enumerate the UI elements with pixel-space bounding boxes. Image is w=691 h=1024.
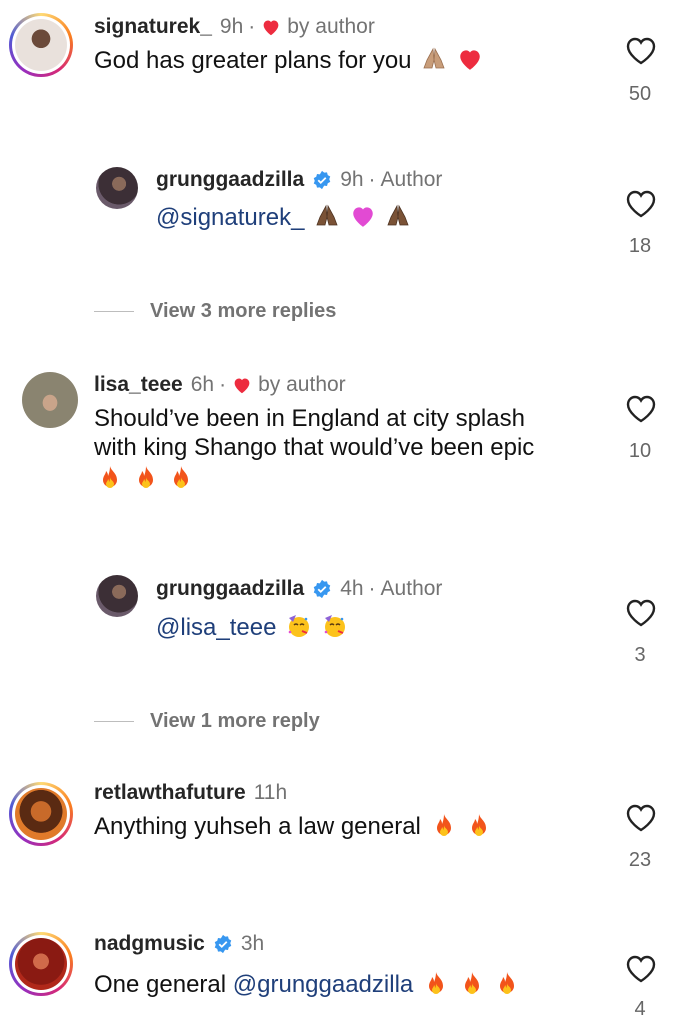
comment-meta: nadgmusic 3h (94, 932, 264, 956)
fire-icon (103, 466, 117, 488)
partying-face-icon (324, 615, 345, 637)
comment-body: God has greater plans for you (94, 47, 412, 74)
like-heart-icon[interactable] (624, 954, 658, 984)
verified-badge-icon (313, 170, 331, 190)
like-count: 3 (634, 644, 646, 666)
author-tag: Author (380, 577, 443, 600)
comment-meta: retlawthafuture 11h (94, 781, 287, 805)
timestamp: 9h (219, 15, 244, 38)
like-count: 23 (628, 849, 652, 871)
divider (94, 720, 134, 723)
username[interactable]: grunggaadzilla (156, 577, 304, 601)
fire-icon (500, 972, 515, 994)
comment-body-line: Should’ve been in England at city splash (94, 405, 525, 432)
comment-text: One general @grunggaadzilla (94, 970, 520, 999)
comment-meta: lisa_teee 6h · by author (94, 373, 346, 397)
view-more-label: View 1 more reply (150, 710, 320, 732)
liked-by-author-label: by author (258, 373, 346, 396)
like-count: 50 (628, 83, 652, 105)
reply-item: grunggaadzilla 4h · Author @lisa_teee 3 (0, 565, 691, 675)
author-tag: Author (380, 168, 443, 191)
timestamp: 4h (340, 577, 364, 600)
reply-meta: grunggaadzilla 9h · Author (156, 168, 442, 192)
verified-badge-icon (313, 579, 331, 599)
avatar[interactable] (9, 13, 73, 77)
praying-hands-icon (387, 204, 410, 226)
mention-link[interactable]: @signaturek_ (156, 204, 304, 231)
username[interactable]: grunggaadzilla (156, 168, 304, 192)
comment-text: Should’ve been in England at city splash… (94, 404, 534, 493)
fire-icon (174, 466, 189, 488)
mention-link[interactable]: @grunggaadzilla (233, 971, 413, 998)
praying-hands-icon (423, 47, 445, 69)
comment-item: lisa_teee 6h · by author Should’ve been … (0, 360, 691, 500)
partying-face-icon (288, 615, 310, 637)
username[interactable]: lisa_teee (94, 373, 183, 397)
comment-body: Anything yuhseh a law general (94, 813, 421, 840)
comment-meta: signaturek_ 9h · by author (94, 15, 375, 39)
fire-icon (428, 972, 443, 994)
timestamp: 9h (340, 168, 364, 191)
avatar[interactable] (9, 782, 73, 846)
red-heart-icon (460, 50, 480, 70)
comment-text: God has greater plans for you (94, 46, 483, 75)
avatar[interactable] (96, 575, 138, 617)
comment-body: One general (94, 971, 233, 998)
reply-item: grunggaadzilla 9h · Author @signaturek_ … (0, 155, 691, 265)
like-count: 10 (628, 440, 652, 462)
separator: · (219, 373, 227, 396)
heart-filled-icon (263, 20, 279, 36)
pink-heart-icon (353, 207, 373, 227)
like-heart-icon[interactable] (624, 394, 658, 424)
like-heart-icon[interactable] (624, 36, 658, 66)
fire-icon (464, 972, 479, 994)
comment-text: Anything yuhseh a law general (94, 812, 492, 841)
fire-icon (436, 814, 451, 836)
reply-text: @signaturek_ (156, 203, 411, 232)
mention-link[interactable]: @lisa_teee (156, 614, 276, 641)
like-count: 4 (634, 998, 646, 1020)
username[interactable]: signaturek_ (94, 15, 212, 39)
emoji-row (94, 464, 534, 493)
like-count: 18 (628, 235, 652, 257)
avatar[interactable] (96, 167, 138, 209)
comment-body-line: with king Shango that would’ve been epic (94, 434, 535, 461)
like-heart-icon[interactable] (624, 598, 658, 628)
liked-by-author-label: by author (287, 15, 375, 38)
view-more-replies[interactable]: View 3 more replies (94, 300, 336, 323)
verified-badge-icon (214, 934, 232, 954)
comment-item: signaturek_ 9h · by author God has great… (0, 0, 691, 120)
avatar[interactable] (9, 932, 73, 996)
view-more-replies[interactable]: View 1 more reply (94, 710, 320, 733)
separator: · (368, 577, 376, 600)
fire-icon (138, 466, 153, 488)
divider (94, 310, 134, 313)
heart-filled-icon (234, 378, 250, 394)
praying-hands-icon (316, 204, 338, 226)
separator: · (248, 15, 256, 38)
like-heart-icon[interactable] (624, 189, 658, 219)
view-more-label: View 3 more replies (150, 300, 337, 322)
username[interactable]: retlawthafuture (94, 781, 246, 805)
reply-meta: grunggaadzilla 4h · Author (156, 577, 442, 601)
separator: · (368, 168, 376, 191)
reply-text: @lisa_teee (156, 613, 348, 642)
timestamp: 6h (190, 373, 215, 396)
timestamp: 11h (253, 781, 288, 804)
comment-item: nadgmusic 3h One general @grunggaadzilla… (0, 920, 691, 1024)
avatar[interactable] (22, 372, 78, 428)
username[interactable]: nadgmusic (94, 932, 205, 956)
timestamp: 3h (240, 932, 265, 955)
comment-item: retlawthafuture 11h Anything yuhseh a la… (0, 770, 691, 880)
fire-icon (472, 814, 487, 836)
like-heart-icon[interactable] (624, 803, 658, 833)
